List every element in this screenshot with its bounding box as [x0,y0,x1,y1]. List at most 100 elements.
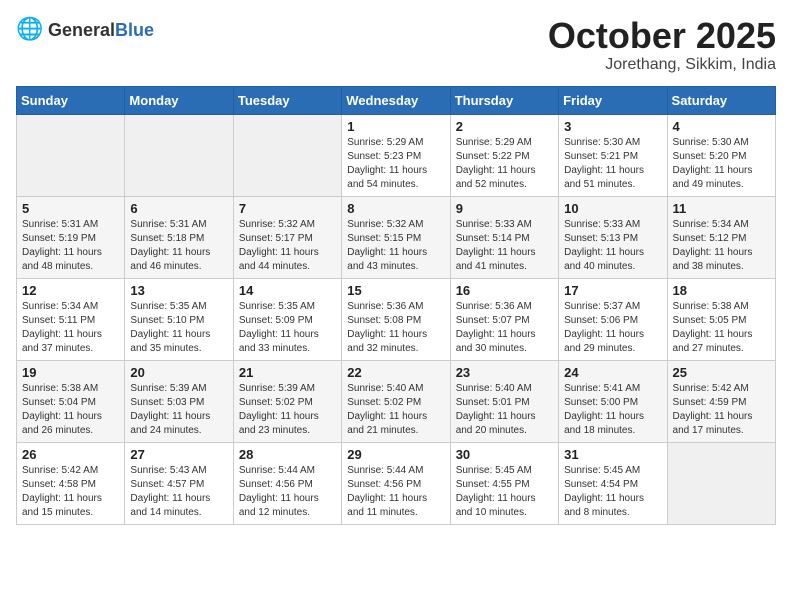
day-number: 17 [564,283,661,298]
day-number: 2 [456,119,553,134]
day-info: Sunrise: 5:45 AM Sunset: 4:55 PM Dayligh… [456,464,553,520]
calendar-cell: 5 Sunrise: 5:31 AM Sunset: 5:19 PM Daylig… [17,196,125,278]
calendar-week-row: 12Sunrise: 5:34 AM Sunset: 5:11 PM Dayli… [17,278,776,360]
day-info: Sunrise: 5:32 AM Sunset: 5:17 PM Dayligh… [239,218,336,274]
day-info: Sunrise: 5:37 AM Sunset: 5:06 PM Dayligh… [564,300,661,356]
day-number: 12 [22,283,119,298]
calendar-cell: 15Sunrise: 5:36 AM Sunset: 5:08 PM Dayli… [342,278,450,360]
day-header-saturday: Saturday [667,86,775,114]
calendar-week-row: 26 Sunrise: 5:42 AM Sunset: 4:58 PM Dayli… [17,442,776,524]
day-info: Sunrise: 5:42 AM Sunset: 4:59 PM Dayligh… [673,382,770,438]
calendar-cell: 13 Sunrise: 5:35 AM Sunset: 5:10 PM Dayli… [125,278,233,360]
day-info: Sunrise: 5:41 AM Sunset: 5:00 PM Dayligh… [564,382,661,438]
day-number: 7 [239,201,336,216]
calendar-cell: 9 Sunrise: 5:33 AM Sunset: 5:14 PM Daylig… [450,196,558,278]
calendar-cell: 24Sunrise: 5:41 AM Sunset: 5:00 PM Dayli… [559,360,667,442]
day-info: Sunrise: 5:44 AM Sunset: 4:56 PM Dayligh… [239,464,336,520]
calendar-cell: 16 Sunrise: 5:36 AM Sunset: 5:07 PM Dayli… [450,278,558,360]
calendar-cell: 20 Sunrise: 5:39 AM Sunset: 5:03 PM Dayli… [125,360,233,442]
day-info: Sunrise: 5:36 AM Sunset: 5:08 PM Dayligh… [347,300,444,356]
calendar-week-row: 1 Sunrise: 5:29 AM Sunset: 5:23 PM Daylig… [17,114,776,196]
day-info: Sunrise: 5:30 AM Sunset: 5:21 PM Dayligh… [564,136,661,192]
calendar-cell: 2 Sunrise: 5:29 AM Sunset: 5:22 PM Daylig… [450,114,558,196]
calendar-cell [667,442,775,524]
header: 🌐 GeneralBlue October 2025 Jorethang, Si… [16,16,776,74]
calendar-cell: 10 Sunrise: 5:33 AM Sunset: 5:13 PM Dayli… [559,196,667,278]
calendar-cell: 8 Sunrise: 5:32 AM Sunset: 5:15 PM Daylig… [342,196,450,278]
day-number: 27 [130,447,227,462]
day-info: Sunrise: 5:40 AM Sunset: 5:01 PM Dayligh… [456,382,553,438]
day-number: 31 [564,447,661,462]
day-header-sunday: Sunday [17,86,125,114]
day-header-monday: Monday [125,86,233,114]
day-info: Sunrise: 5:39 AM Sunset: 5:02 PM Dayligh… [239,382,336,438]
day-number: 28 [239,447,336,462]
day-number: 10 [564,201,661,216]
day-info: Sunrise: 5:31 AM Sunset: 5:18 PM Dayligh… [130,218,227,274]
logo-text-blue: Blue [115,20,154,40]
calendar-cell: 28 Sunrise: 5:44 AM Sunset: 4:56 PM Dayli… [233,442,341,524]
calendar-cell: 4 Sunrise: 5:30 AM Sunset: 5:20 PM Daylig… [667,114,775,196]
day-number: 9 [456,201,553,216]
day-info: Sunrise: 5:39 AM Sunset: 5:03 PM Dayligh… [130,382,227,438]
day-header-thursday: Thursday [450,86,558,114]
day-info: Sunrise: 5:44 AM Sunset: 4:56 PM Dayligh… [347,464,444,520]
calendar-cell [125,114,233,196]
calendar-cell: 1 Sunrise: 5:29 AM Sunset: 5:23 PM Daylig… [342,114,450,196]
day-info: Sunrise: 5:40 AM Sunset: 5:02 PM Dayligh… [347,382,444,438]
calendar-cell: 25 Sunrise: 5:42 AM Sunset: 4:59 PM Dayli… [667,360,775,442]
day-info: Sunrise: 5:35 AM Sunset: 5:09 PM Dayligh… [239,300,336,356]
day-number: 26 [22,447,119,462]
calendar-cell: 23 Sunrise: 5:40 AM Sunset: 5:01 PM Dayli… [450,360,558,442]
day-number: 20 [130,365,227,380]
calendar-cell: 29Sunrise: 5:44 AM Sunset: 4:56 PM Dayli… [342,442,450,524]
day-info: Sunrise: 5:42 AM Sunset: 4:58 PM Dayligh… [22,464,119,520]
day-number: 18 [673,283,770,298]
logo-icon: 🌐 [16,16,44,44]
calendar-cell: 22 Sunrise: 5:40 AM Sunset: 5:02 PM Dayli… [342,360,450,442]
day-number: 13 [130,283,227,298]
calendar-cell: 18 Sunrise: 5:38 AM Sunset: 5:05 PM Dayli… [667,278,775,360]
title-area: October 2025 Jorethang, Sikkim, India [548,16,776,74]
day-info: Sunrise: 5:38 AM Sunset: 5:05 PM Dayligh… [673,300,770,356]
calendar-cell: 27 Sunrise: 5:43 AM Sunset: 4:57 PM Dayli… [125,442,233,524]
day-number: 14 [239,283,336,298]
day-number: 30 [456,447,553,462]
day-info: Sunrise: 5:31 AM Sunset: 5:19 PM Dayligh… [22,218,119,274]
calendar-cell: 6Sunrise: 5:31 AM Sunset: 5:18 PM Daylig… [125,196,233,278]
day-number: 23 [456,365,553,380]
day-header-tuesday: Tuesday [233,86,341,114]
day-number: 11 [673,201,770,216]
day-info: Sunrise: 5:45 AM Sunset: 4:54 PM Dayligh… [564,464,661,520]
calendar-cell: 3Sunrise: 5:30 AM Sunset: 5:21 PM Daylig… [559,114,667,196]
calendar-week-row: 19Sunrise: 5:38 AM Sunset: 5:04 PM Dayli… [17,360,776,442]
day-info: Sunrise: 5:32 AM Sunset: 5:15 PM Dayligh… [347,218,444,274]
day-info: Sunrise: 5:36 AM Sunset: 5:07 PM Dayligh… [456,300,553,356]
day-number: 8 [347,201,444,216]
day-info: Sunrise: 5:33 AM Sunset: 5:14 PM Dayligh… [456,218,553,274]
day-number: 22 [347,365,444,380]
day-info: Sunrise: 5:43 AM Sunset: 4:57 PM Dayligh… [130,464,227,520]
svg-text:🌐: 🌐 [16,16,43,41]
calendar-cell: 11Sunrise: 5:34 AM Sunset: 5:12 PM Dayli… [667,196,775,278]
day-info: Sunrise: 5:29 AM Sunset: 5:22 PM Dayligh… [456,136,553,192]
day-number: 4 [673,119,770,134]
day-number: 25 [673,365,770,380]
day-number: 21 [239,365,336,380]
calendar-cell: 17 Sunrise: 5:37 AM Sunset: 5:06 PM Dayli… [559,278,667,360]
calendar-cell [17,114,125,196]
logo-text-general: General [48,20,115,40]
day-info: Sunrise: 5:29 AM Sunset: 5:23 PM Dayligh… [347,136,444,192]
month-title: October 2025 [548,16,776,56]
calendar-cell: 26 Sunrise: 5:42 AM Sunset: 4:58 PM Dayli… [17,442,125,524]
day-number: 16 [456,283,553,298]
calendar-cell: 30 Sunrise: 5:45 AM Sunset: 4:55 PM Dayli… [450,442,558,524]
day-info: Sunrise: 5:30 AM Sunset: 5:20 PM Dayligh… [673,136,770,192]
day-info: Sunrise: 5:33 AM Sunset: 5:13 PM Dayligh… [564,218,661,274]
day-info: Sunrise: 5:35 AM Sunset: 5:10 PM Dayligh… [130,300,227,356]
calendar-header-row: SundayMondayTuesdayWednesdayThursdayFrid… [17,86,776,114]
day-header-friday: Friday [559,86,667,114]
day-number: 5 [22,201,119,216]
day-number: 1 [347,119,444,134]
day-header-wednesday: Wednesday [342,86,450,114]
